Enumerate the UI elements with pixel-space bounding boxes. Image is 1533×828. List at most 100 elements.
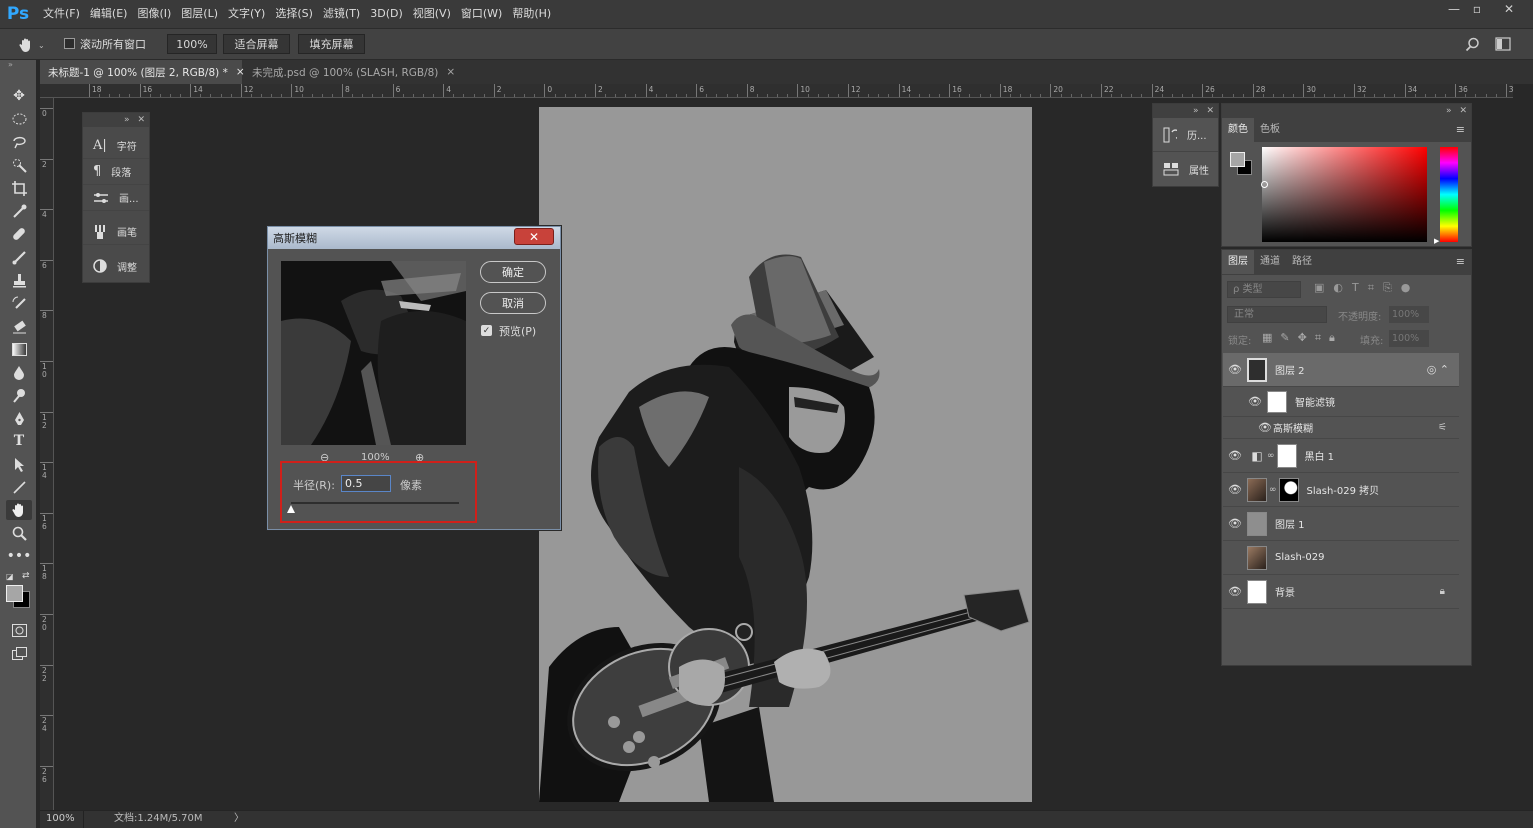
dialog-close-button[interactable]: ✕ — [514, 228, 554, 245]
opacity-field[interactable]: 100% — [1389, 306, 1429, 323]
quick-mask-icon[interactable] — [6, 620, 32, 640]
menu-item[interactable]: 选择(S) — [270, 0, 318, 28]
fill-field[interactable]: 100% — [1389, 330, 1429, 347]
screen-mode-icon[interactable] — [6, 643, 32, 663]
scroll-all-checkbox[interactable] — [64, 38, 75, 49]
history-brush-tool-icon[interactable] — [6, 293, 32, 313]
pen-tool-icon[interactable] — [6, 408, 32, 428]
tab-layers[interactable]: 图层 — [1222, 250, 1254, 274]
lock-all-icon[interactable]: 🔒︎ — [1329, 331, 1335, 345]
visibility-eye-icon[interactable]: 👁︎ — [1223, 585, 1247, 598]
tab-close-icon[interactable]: × — [446, 66, 455, 78]
panel-item-history[interactable]: 历... — [1153, 118, 1218, 152]
quick-select-tool-icon[interactable] — [6, 155, 32, 175]
visibility-eye-icon[interactable]: 👁︎ — [1257, 421, 1273, 434]
menu-item[interactable]: 文件(F) — [38, 0, 85, 28]
visibility-eye-icon[interactable]: 👁︎ — [1243, 395, 1267, 408]
brush-tool-icon[interactable] — [6, 247, 32, 267]
color-field[interactable] — [1262, 147, 1427, 242]
collapse-icon[interactable]: » — [8, 60, 13, 69]
collapse-icon[interactable]: » — [124, 115, 130, 125]
layer-row-background[interactable]: 👁︎ 背景 🔒︎ — [1223, 575, 1459, 609]
fill-screen-button[interactable]: 填充屏幕 — [298, 34, 365, 54]
layer-row-gaussian-blur[interactable]: 👁︎ 高斯模糊 ⚟ — [1223, 417, 1459, 439]
menu-item[interactable]: 窗口(W) — [456, 0, 507, 28]
fit-screen-button[interactable]: 适合屏幕 — [223, 34, 290, 54]
menu-item[interactable]: 帮助(H) — [507, 0, 556, 28]
panel-item-adjustments[interactable]: 调整 — [83, 253, 149, 279]
search-icon[interactable] — [1465, 37, 1480, 52]
close-icon[interactable]: ✕ — [137, 115, 145, 125]
path-select-tool-icon[interactable] — [6, 454, 32, 474]
stamp-tool-icon[interactable] — [6, 270, 32, 290]
maximize-button[interactable]: ▫ — [1462, 0, 1492, 18]
lock-transparent-icon[interactable]: ▦ — [1262, 331, 1272, 345]
blend-mode-select[interactable]: 正常 — [1227, 306, 1327, 323]
document-canvas[interactable] — [539, 107, 1032, 802]
panel-item-brush-settings[interactable]: 画... — [83, 185, 149, 211]
panel-item-paragraph[interactable]: ¶ 段落 — [83, 159, 149, 185]
menu-item[interactable]: 图像(I) — [132, 0, 176, 28]
tab-unfinished-psd[interactable]: 未完成.psd @ 100% (SLASH, RGB/8) × — [244, 60, 455, 84]
panel-item-character[interactable]: A| 字符 — [83, 133, 149, 159]
more-tools-icon[interactable]: ••• — [6, 546, 32, 566]
panel-item-properties[interactable]: 属性 — [1153, 152, 1218, 186]
menu-item[interactable]: 视图(V) — [408, 0, 456, 28]
type-tool-icon[interactable]: T — [6, 431, 32, 451]
filter-options-icon[interactable]: ⚟ — [1438, 422, 1447, 433]
layer-row-layer-1[interactable]: 👁︎ 图层 1 — [1223, 507, 1459, 541]
tab-channels[interactable]: 通道 — [1254, 250, 1286, 274]
crop-tool-icon[interactable] — [6, 178, 32, 198]
panel-menu-icon[interactable]: ≡ — [1456, 123, 1465, 136]
filter-toggle-icon[interactable]: ● — [1401, 281, 1411, 295]
menu-item[interactable]: 文字(Y) — [223, 0, 270, 28]
move-tool-icon[interactable]: ✥ — [6, 86, 32, 106]
lasso-tool-icon[interactable] — [6, 132, 32, 152]
workspace-icon[interactable] — [1495, 37, 1511, 51]
color-picker-cursor[interactable] — [1261, 181, 1268, 188]
visibility-eye-icon[interactable]: ▫ — [1223, 551, 1247, 564]
adjustment-filter-icon[interactable]: ◐ — [1333, 281, 1343, 295]
hue-slider[interactable] — [1440, 147, 1458, 242]
panel-item-brushes[interactable]: 画笔 — [83, 219, 149, 245]
radius-slider-handle[interactable] — [287, 505, 295, 513]
foreground-color-swatch[interactable] — [6, 585, 23, 602]
tab-paths[interactable]: 路径 — [1286, 250, 1318, 274]
blur-tool-icon[interactable] — [6, 362, 32, 382]
eyedropper-tool-icon[interactable] — [6, 201, 32, 221]
lock-position-icon[interactable]: ✥ — [1298, 331, 1307, 345]
type-filter-icon[interactable]: T — [1352, 281, 1359, 295]
gradient-tool-icon[interactable] — [6, 339, 32, 359]
status-zoom-field[interactable]: 100% — [40, 811, 84, 828]
default-colors-icon[interactable]: ◪ — [6, 572, 14, 581]
eraser-tool-icon[interactable] — [6, 316, 32, 336]
tab-swatches[interactable]: 色板 — [1254, 118, 1286, 142]
visibility-eye-icon[interactable]: 👁︎ — [1223, 483, 1247, 496]
smart-object-filter-icon[interactable]: ⎘ — [1383, 281, 1392, 295]
menu-item[interactable]: 编辑(E) — [85, 0, 133, 28]
lock-pixels-icon[interactable]: ✎ — [1280, 331, 1289, 345]
shape-filter-icon[interactable]: ⌗ — [1368, 281, 1374, 295]
hand-tool-icon[interactable] — [6, 500, 32, 520]
line-tool-icon[interactable] — [6, 477, 32, 497]
marquee-tool-icon[interactable] — [6, 109, 32, 129]
panel-menu-icon[interactable]: ≡ — [1456, 255, 1465, 268]
menu-item[interactable]: 3D(D) — [365, 0, 408, 28]
layer-row-layer-2[interactable]: 👁︎ 图层 2 ◎ ⌃ — [1223, 353, 1459, 387]
layer-filter-select[interactable]: ρ 类型 — [1227, 281, 1301, 298]
ok-button[interactable]: 确定 — [480, 261, 546, 283]
close-window-button[interactable]: ✕ — [1494, 0, 1524, 18]
layer-row-slash-029-copy[interactable]: 👁︎ ∞ Slash-029 拷贝 — [1223, 473, 1459, 507]
tab-untitled-1[interactable]: 未标题-1 @ 100% (图层 2, RGB/8) * × — [40, 60, 245, 84]
hue-slider-handle[interactable]: ▶ — [1434, 237, 1439, 245]
healing-brush-tool-icon[interactable] — [6, 224, 32, 244]
radius-input[interactable]: 0.5 — [341, 475, 391, 492]
close-icon[interactable]: ✕ — [1459, 106, 1467, 116]
visibility-eye-icon[interactable]: 👁︎ — [1223, 517, 1247, 530]
swap-colors-icon[interactable]: ⇄ — [22, 571, 30, 581]
cancel-button[interactable]: 取消 — [480, 292, 546, 314]
layer-row-smart-filters[interactable]: 👁︎ 智能滤镜 — [1223, 387, 1459, 417]
visibility-eye-icon[interactable]: 👁︎ — [1223, 363, 1247, 376]
dodge-tool-icon[interactable] — [6, 385, 32, 405]
image-filter-icon[interactable]: ▣ — [1314, 281, 1324, 295]
